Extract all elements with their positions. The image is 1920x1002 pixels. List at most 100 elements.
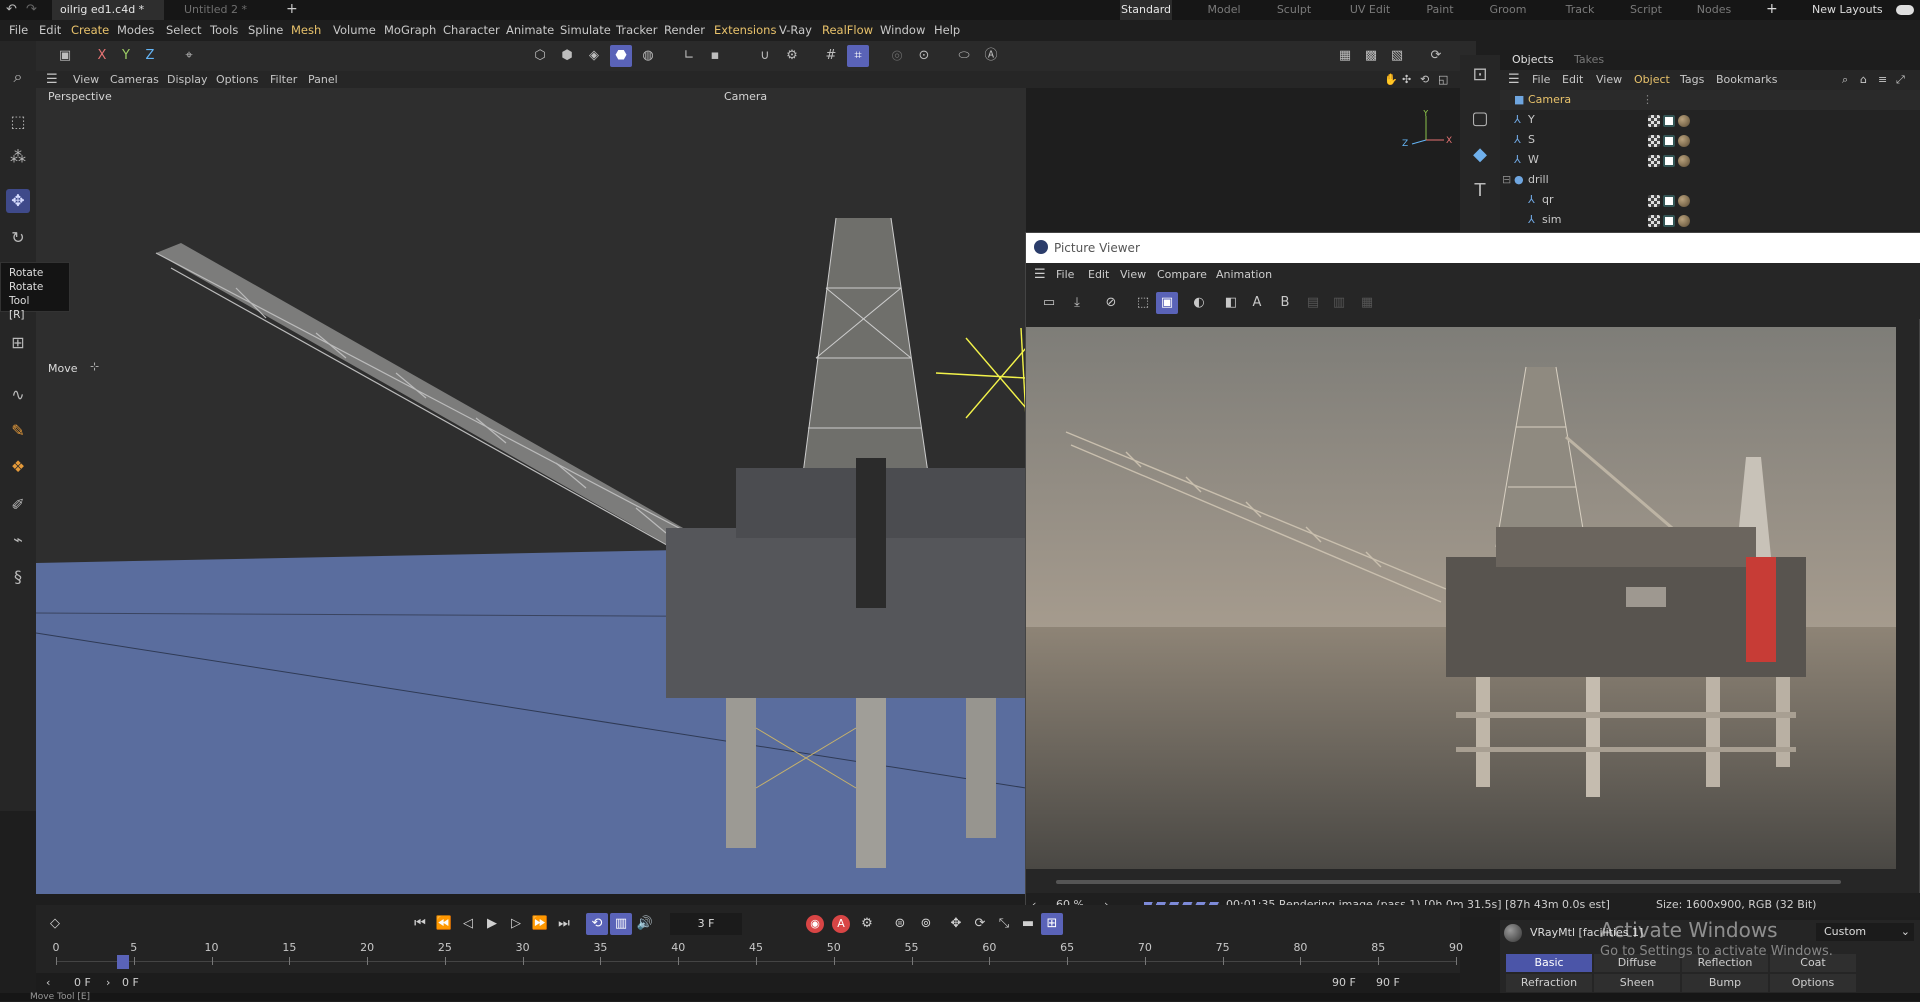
filter-icon[interactable]: ≡ xyxy=(1878,70,1887,90)
menu-vray[interactable]: V-Ray xyxy=(779,20,812,41)
menu-simulate[interactable]: Simulate xyxy=(560,20,611,41)
move-hud-icon[interactable]: ⊹ xyxy=(90,360,99,373)
obj-menu-file[interactable]: File xyxy=(1532,70,1550,90)
horizontal-scrollbar[interactable] xyxy=(1056,880,1841,884)
uv-tag-icon[interactable] xyxy=(1663,155,1675,167)
search-icon[interactable]: ⌕ xyxy=(6,65,30,89)
home-icon[interactable]: ⌂ xyxy=(1860,70,1867,90)
object-row-camera[interactable]: ■ Camera ⋮ xyxy=(1500,90,1920,110)
layout-tab-paint[interactable]: Paint xyxy=(1414,0,1466,20)
expand-icon[interactable]: ⤢ xyxy=(1896,70,1905,90)
uv-tag-icon[interactable] xyxy=(1663,195,1675,207)
mode-edges-icon[interactable]: ⬢ xyxy=(556,45,578,67)
obj-menu-object[interactable]: Object xyxy=(1634,70,1670,90)
camera-view-icon[interactable]: ⊡ xyxy=(1468,63,1492,87)
hamburger-icon[interactable]: ☰ xyxy=(46,71,58,88)
menu-tracker[interactable]: Tracker xyxy=(616,20,658,41)
material-tag-icon[interactable] xyxy=(1678,215,1690,227)
compare-a-button[interactable]: A xyxy=(1246,292,1268,314)
pan-icon[interactable]: ✋ xyxy=(1384,71,1398,88)
refresh-icon[interactable]: ⟳ xyxy=(1425,45,1447,67)
collapse-icon[interactable]: ⊟ xyxy=(1502,170,1511,190)
tab-sheen[interactable]: Sheen xyxy=(1594,974,1680,992)
menu-create[interactable]: Create xyxy=(71,20,109,41)
selection-icon[interactable]: ⬚ xyxy=(6,110,30,134)
knife-icon[interactable]: ⌁ xyxy=(6,528,30,552)
paint-icon[interactable]: ✎ xyxy=(6,419,30,443)
material-tag-icon[interactable] xyxy=(1678,135,1690,147)
texture-tag-icon[interactable] xyxy=(1648,155,1660,167)
add-layout-icon[interactable]: + xyxy=(1766,1,1778,17)
brush-icon[interactable]: ✐ xyxy=(6,493,30,517)
object-row-qr[interactable]: ⅄ qr xyxy=(1500,190,1920,210)
axis-z-toggle[interactable]: Z xyxy=(139,45,161,67)
snap-icon[interactable]: ⊞ xyxy=(6,331,30,355)
max-frame-field[interactable]: 90 F xyxy=(1332,973,1356,993)
render-view-icon[interactable]: ▩ xyxy=(1360,45,1382,67)
obj-menu-view[interactable]: View xyxy=(1596,70,1622,90)
render-image[interactable] xyxy=(1026,327,1896,869)
undo-stack-icon[interactable]: ▣ xyxy=(54,45,76,67)
key-settings-icon[interactable]: ⚙ xyxy=(856,913,878,935)
texture-tag-icon[interactable] xyxy=(1648,115,1660,127)
menu-edit[interactable]: Edit xyxy=(39,20,61,41)
mode-model-icon[interactable]: ⬣ xyxy=(610,45,632,67)
obj-menu-bookmarks[interactable]: Bookmarks xyxy=(1716,70,1777,90)
lasso-icon[interactable]: ∿ xyxy=(6,383,30,407)
obj-menu-tags[interactable]: Tags xyxy=(1680,70,1704,90)
param-key-icon[interactable]: ▬ xyxy=(1017,913,1039,935)
move-tool-icon[interactable]: ✥ xyxy=(6,189,30,213)
layout-tab-sculpt[interactable]: Sculpt xyxy=(1268,0,1320,20)
contrast-icon[interactable]: ◐ xyxy=(1188,292,1210,314)
preset-dropdown[interactable]: Custom ⌄ xyxy=(1816,923,1914,941)
menu-help[interactable]: Help xyxy=(934,20,960,41)
layout-tab-uvedit[interactable]: UV Edit xyxy=(1342,0,1398,20)
uv-tag-icon[interactable] xyxy=(1663,215,1675,227)
vp-menu-cameras[interactable]: Cameras xyxy=(110,71,159,88)
prev-frame-icon[interactable]: ◁ xyxy=(457,913,479,935)
menu-render[interactable]: Render xyxy=(664,20,705,41)
menu-mesh[interactable]: Mesh xyxy=(291,20,321,41)
orbit-icon[interactable]: ⟲ xyxy=(1420,71,1429,88)
vr-icon[interactable]: ⬭ xyxy=(953,45,975,67)
tab-bump[interactable]: Bump xyxy=(1682,974,1768,992)
compare-icon[interactable]: ◧ xyxy=(1220,292,1242,314)
add-tab-icon[interactable]: + xyxy=(286,1,298,17)
new-layouts-label[interactable]: New Layouts xyxy=(1812,0,1883,20)
layout-tab-track[interactable]: Track xyxy=(1554,0,1606,20)
vp-menu-display[interactable]: Display xyxy=(167,71,208,88)
play-icon[interactable]: ▶ xyxy=(481,913,503,935)
keyframe-diamond-icon[interactable]: ◇ xyxy=(44,913,66,935)
layout-tab-standard[interactable]: Standard xyxy=(1120,0,1172,20)
material-tag-icon[interactable] xyxy=(1678,115,1690,127)
material-tag-icon[interactable] xyxy=(1678,155,1690,167)
dolly-icon[interactable]: ✣ xyxy=(1402,71,1411,88)
material-tag-icon[interactable] xyxy=(1678,195,1690,207)
object-row-s[interactable]: ⅄ S xyxy=(1500,130,1920,150)
save-icon[interactable]: ⤓ xyxy=(1066,292,1088,314)
object-row-sim[interactable]: ⅄ sim xyxy=(1500,210,1920,230)
picture-viewer-titlebar[interactable]: Picture Viewer xyxy=(1026,233,1920,263)
open-folder-icon[interactable]: ▭ xyxy=(1038,292,1060,314)
viewport-label[interactable]: Perspective xyxy=(48,90,112,103)
pla-key-icon[interactable]: ⊞ xyxy=(1041,913,1063,935)
texture-tag-icon[interactable] xyxy=(1648,215,1660,227)
tab-takes[interactable]: Takes xyxy=(1574,50,1604,70)
render-settings-icon[interactable]: ▧ xyxy=(1386,45,1408,67)
solo-icon[interactable]: ▪ xyxy=(704,45,726,67)
pv-menu-file[interactable]: File xyxy=(1056,263,1074,287)
undo-icon[interactable]: ↶ xyxy=(6,2,17,17)
grid-snap-icon[interactable]: ⌗ xyxy=(847,45,869,67)
redo-icon[interactable]: ↷ xyxy=(26,2,37,17)
objects-hamburger-icon[interactable]: ☰ xyxy=(1508,70,1520,90)
spline-icon[interactable]: § xyxy=(6,565,30,589)
loop-icon[interactable]: ⟲ xyxy=(586,913,608,935)
range-left-arrow-icon[interactable]: ‹ xyxy=(46,973,50,993)
go-to-start-icon[interactable]: ⏮ xyxy=(409,913,431,935)
cube-icon[interactable]: ◆ xyxy=(1468,143,1492,167)
pv-menu-view[interactable]: View xyxy=(1120,263,1146,287)
pv-hamburger-icon[interactable]: ☰ xyxy=(1034,263,1046,287)
timeline-ruler[interactable]: 0 5 10 15 20 25 30 35 40 45 50 55 60 65 70 75 80 85 90 xyxy=(53,941,1463,971)
min-frame-field[interactable]: 0 F xyxy=(122,973,139,993)
layout-tab-groom[interactable]: Groom xyxy=(1482,0,1534,20)
